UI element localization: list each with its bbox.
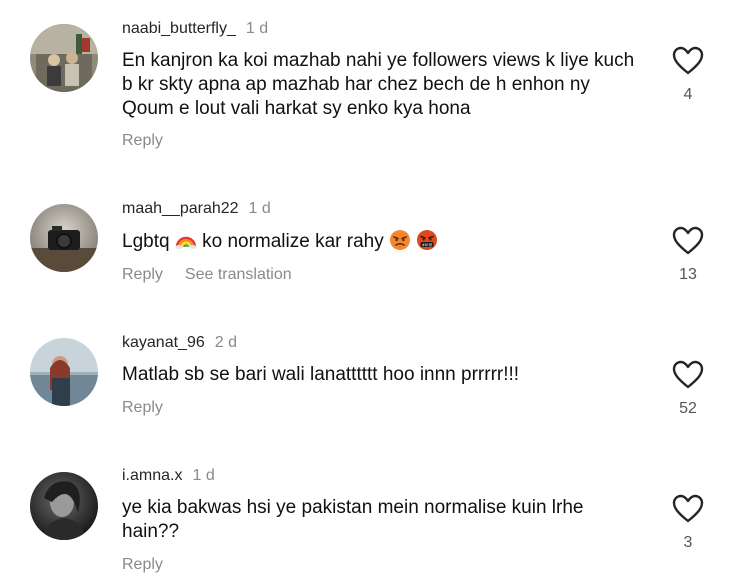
comment-actions: Reply (122, 398, 163, 418)
comment-actions: Reply See translation (122, 265, 292, 285)
rainbow-emoji-icon (175, 236, 197, 249)
like-count: 3 (683, 534, 693, 551)
avatar[interactable] (30, 472, 98, 540)
reply-button[interactable]: Reply (122, 556, 163, 573)
heart-icon[interactable] (672, 494, 704, 524)
like-count: 52 (679, 400, 697, 417)
comment-meta: maah__parah22 1 d (122, 199, 271, 219)
heart-icon[interactable] (672, 46, 704, 76)
username[interactable]: i.amna.x (122, 467, 182, 484)
comment-text: Lgbtq ko normalize kar rahy #$!@ (122, 229, 642, 254)
angry-face-emoji-icon (390, 230, 411, 250)
comment-text: En kanjron ka koi mazhab nahi ye followe… (122, 50, 635, 119)
comment-actions: Reply (122, 131, 163, 151)
like-count: 13 (679, 266, 697, 283)
avatar[interactable] (30, 338, 98, 406)
avatar[interactable] (30, 24, 98, 92)
username[interactable]: maah__parah22 (122, 200, 239, 217)
dark-portrait-avatar-icon (30, 472, 98, 540)
comment-meta: i.amna.x 1 d (122, 466, 215, 486)
like-count: 4 (683, 86, 693, 103)
see-translation-button[interactable]: See translation (185, 266, 292, 283)
reply-button[interactable]: Reply (122, 266, 163, 283)
cursing-face-emoji-icon: #$!@ (417, 230, 438, 250)
timestamp: 1 d (192, 467, 215, 484)
reply-button[interactable]: Reply (122, 399, 163, 416)
comment-text-part: ko normalize kar rahy (202, 231, 384, 252)
like-control: 13 (668, 226, 708, 284)
comment-text-part: Lgbtq (122, 231, 170, 252)
username[interactable]: kayanat_96 (122, 334, 205, 351)
comment-meta: kayanat_96 2 d (122, 333, 237, 353)
comment-actions: Reply (122, 555, 163, 575)
reply-button[interactable]: Reply (122, 132, 163, 149)
like-control: 52 (668, 360, 708, 418)
camera-photo-avatar-icon (30, 204, 98, 272)
sea-photo-avatar-icon (30, 338, 98, 406)
comments-list: naabi_butterfly_ 1 d En kanjron ka koi ma… (0, 0, 740, 584)
timestamp: 1 d (245, 20, 269, 37)
comment-meta: naabi_butterfly_ 1 d (122, 19, 268, 39)
heart-icon[interactable] (672, 360, 704, 390)
comment-text: Matlab sb se bari wali lanatttttt hoo in… (122, 364, 520, 385)
heart-icon[interactable] (672, 226, 704, 256)
group-photo-avatar-icon (30, 24, 98, 92)
comment-text: ye kia bakwas hsi ye pakistan mein norma… (122, 497, 584, 542)
avatar[interactable] (30, 204, 98, 272)
timestamp: 2 d (214, 334, 237, 351)
timestamp: 1 d (248, 200, 271, 217)
like-control: 4 (668, 46, 708, 104)
like-control: 3 (668, 494, 708, 552)
username[interactable]: naabi_butterfly_ (122, 20, 236, 37)
svg-text:#$!@: #$!@ (422, 243, 433, 247)
